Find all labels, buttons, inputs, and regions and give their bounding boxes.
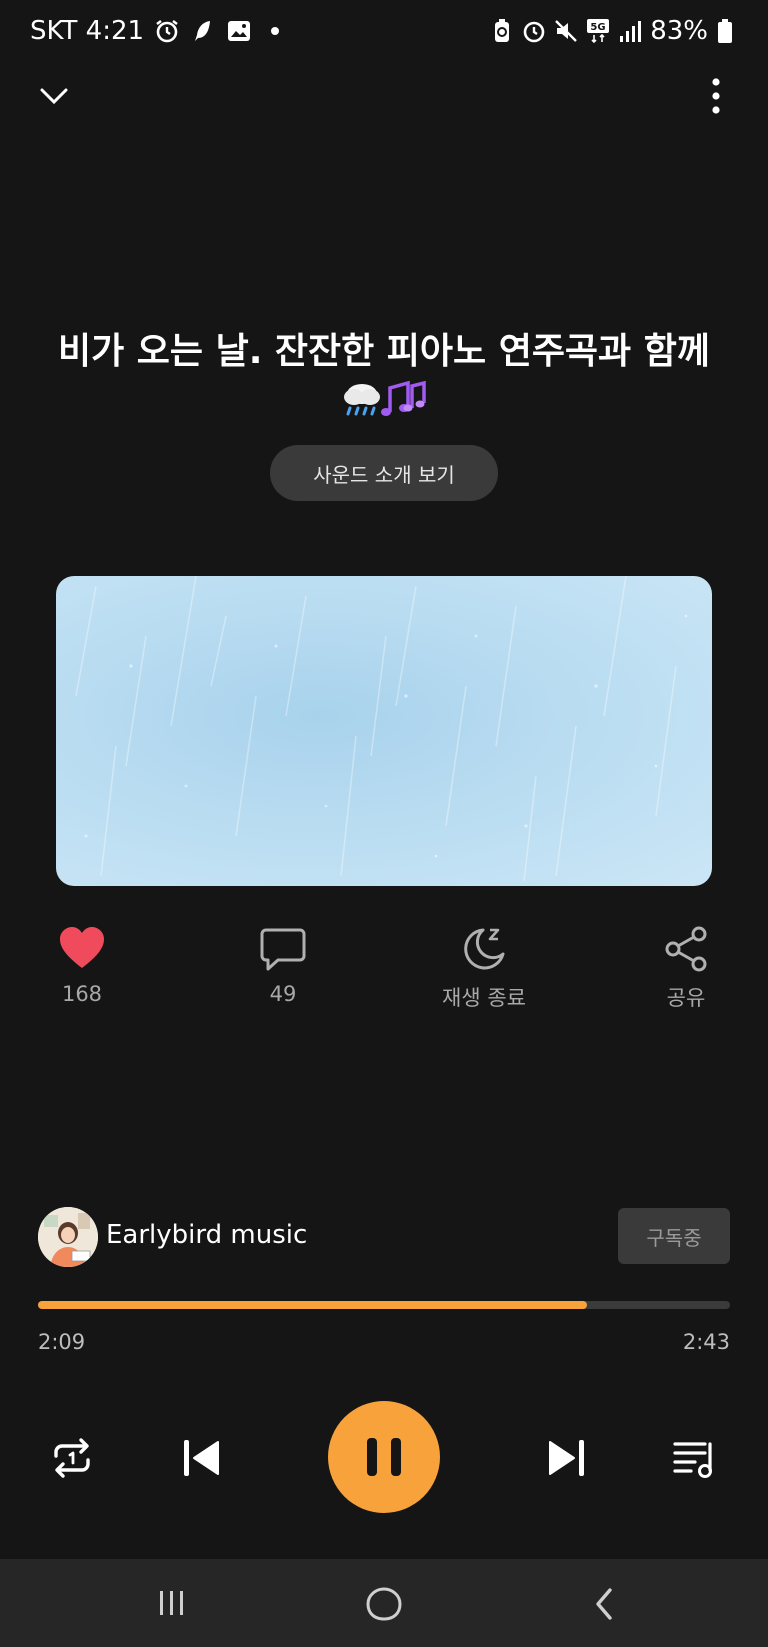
comment-icon: [260, 928, 306, 971]
share-button[interactable]: 공유: [626, 924, 746, 1012]
status-right: 5G 83%: [490, 16, 740, 46]
mute-icon: [554, 18, 578, 44]
more-options-button[interactable]: [696, 74, 736, 118]
chevron-down-icon: [40, 88, 68, 105]
rain-music-emoji: [340, 378, 428, 420]
repeat-button[interactable]: [50, 1436, 94, 1480]
rain-artwork-image: [75, 576, 688, 882]
comment-button[interactable]: 49: [223, 924, 343, 1006]
home-button[interactable]: [364, 1585, 404, 1623]
dot-icon: [262, 18, 288, 44]
back-button[interactable]: [592, 1586, 616, 1622]
playlist-button[interactable]: [672, 1436, 718, 1480]
avatar-illustration: [38, 1207, 98, 1267]
comment-count: 49: [269, 982, 297, 1006]
collapse-button[interactable]: [34, 76, 74, 116]
image-icon: [226, 18, 252, 44]
sound-intro-button[interactable]: 사운드 소개 보기: [270, 445, 498, 501]
previous-button[interactable]: [182, 1436, 222, 1480]
share-icon: [665, 926, 707, 972]
recent-apps-icon: [160, 1591, 183, 1615]
back-chevron-icon: [596, 1588, 612, 1620]
elapsed-time: 2:09: [38, 1330, 86, 1354]
status-left: SKT 4:21: [30, 16, 288, 46]
subscribe-button[interactable]: 구독중: [618, 1208, 730, 1264]
heart-icon: [60, 927, 104, 968]
pause-button[interactable]: [328, 1401, 440, 1513]
skip-next-icon: [549, 1440, 584, 1476]
battery-saver-icon: [490, 18, 514, 44]
share-label: 공유: [666, 986, 706, 1010]
sleep-timer-label: 재생 종료: [442, 986, 526, 1010]
more-vertical-icon: [712, 78, 720, 114]
moon-sleep-icon: [464, 928, 505, 970]
channel-name[interactable]: Earlybird music: [106, 1220, 307, 1250]
sleep-timer-button[interactable]: 재생 종료: [424, 924, 544, 1012]
status-bar: SKT 4:21 5G 83%: [0, 0, 768, 68]
rain-cloud-icon: [344, 384, 380, 416]
repeat-one-icon: [54, 1438, 90, 1478]
like-count: 168: [61, 982, 103, 1006]
playlist-icon: [673, 1442, 712, 1478]
svg-text:5G: 5G: [591, 22, 606, 33]
battery-icon: [716, 18, 740, 44]
5g-icon: 5G: [586, 18, 610, 44]
channel-avatar[interactable]: [38, 1207, 98, 1267]
progress-fill: [38, 1301, 588, 1309]
signal-icon: [618, 18, 642, 44]
alarm-icon: [522, 18, 546, 44]
like-button[interactable]: 168: [22, 924, 142, 1006]
home-icon: [366, 1587, 402, 1621]
total-time: 2:43: [682, 1330, 730, 1354]
pause-icon: [367, 1438, 401, 1476]
alarm-icon: [154, 18, 180, 44]
music-notes-icon: [381, 380, 426, 416]
progress-bar[interactable]: [38, 1301, 730, 1309]
recent-apps-button[interactable]: [156, 1588, 188, 1618]
carrier-time: SKT 4:21: [30, 16, 145, 46]
next-button[interactable]: [546, 1436, 586, 1480]
skip-previous-icon: [184, 1440, 219, 1476]
feather-icon: [190, 18, 216, 44]
album-artwork: [56, 576, 712, 886]
battery-percent: 83%: [650, 16, 708, 46]
track-title: 비가 오는 날. 잔잔한 피아노 연주곡과 함께: [58, 331, 710, 372]
